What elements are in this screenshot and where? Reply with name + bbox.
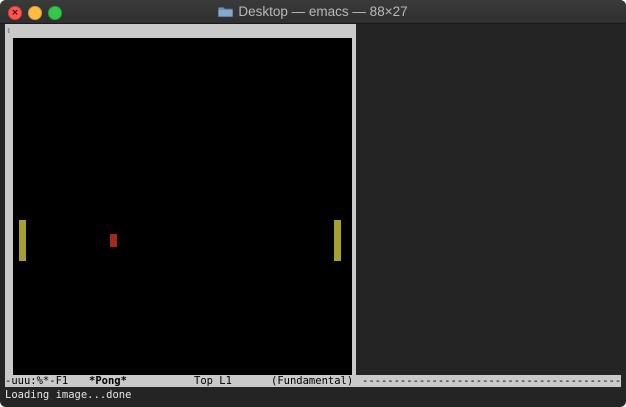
terminal-window: × Desktop — emacs — 88×27 ↕ -uuu:%*-F1 *… xyxy=(0,0,626,407)
modeline-position: Top L1 xyxy=(194,375,232,387)
window-title: Desktop — emacs — 88×27 xyxy=(238,4,408,19)
scroll-marker: ↕ xyxy=(6,26,12,36)
mode-line[interactable]: -uuu:%*-F1 *Pong* Top L1 (Fundamental) -… xyxy=(5,375,621,387)
left-paddle xyxy=(19,220,26,261)
pong-board[interactable] xyxy=(13,38,352,375)
modeline-fill: ----------------------------------------… xyxy=(362,375,621,387)
folder-icon xyxy=(218,7,234,17)
title-bar[interactable]: × Desktop — emacs — 88×27 xyxy=(0,0,626,24)
right-paddle xyxy=(334,220,341,261)
modeline-buffer-name[interactable]: *Pong* xyxy=(89,375,127,387)
window-title-bar: Desktop — emacs — 88×27 xyxy=(0,0,626,23)
modeline-status: -uuu:%*-F1 xyxy=(5,375,69,387)
emacs-window[interactable]: ↕ xyxy=(5,24,356,375)
modeline-major-mode[interactable]: (Fundamental) xyxy=(271,375,353,387)
pong-ball xyxy=(110,234,117,247)
echo-area: Loading image...done xyxy=(5,389,132,401)
